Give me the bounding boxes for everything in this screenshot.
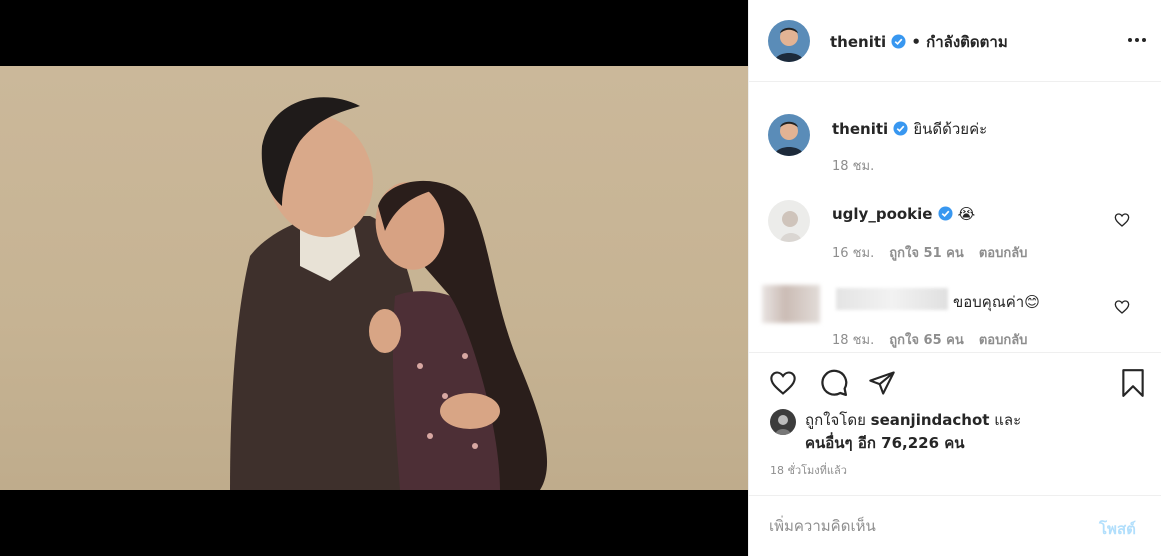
share-icon[interactable] bbox=[866, 367, 898, 399]
caption-text: ยินดีด้วยค่ะ bbox=[913, 120, 988, 138]
reply-button[interactable]: ตอบกลับ bbox=[979, 333, 1028, 348]
comment-likes[interactable]: ถูกใจ 51 คน bbox=[889, 246, 963, 261]
caption-time[interactable]: 18 ชม. bbox=[832, 155, 874, 176]
blurred-avatar bbox=[762, 285, 820, 323]
post-timestamp[interactable]: 18 ชั่วโมงที่แล้ว bbox=[770, 461, 847, 479]
comment-likes[interactable]: ถูกใจ 65 คน bbox=[889, 333, 963, 348]
heart-icon[interactable] bbox=[1114, 212, 1130, 228]
add-comment-form: โพสต์ bbox=[749, 495, 1161, 556]
liked-by-prefix: ถูกใจโดย bbox=[805, 411, 866, 429]
comment-username[interactable]: ugly_pookie bbox=[832, 205, 932, 223]
author-avatar[interactable] bbox=[768, 20, 810, 62]
comment-meta: 16 ชม. ถูกใจ 51 คน ตอบกลับ bbox=[832, 242, 1027, 263]
comment-icon[interactable] bbox=[818, 367, 850, 399]
liked-by-others[interactable]: คนอื่นๆ อีก 76,226 คน bbox=[805, 431, 965, 455]
liker-username[interactable]: seanjindachot bbox=[871, 411, 990, 429]
caption-avatar[interactable] bbox=[768, 114, 810, 156]
post-comment-button[interactable]: โพสต์ bbox=[1099, 517, 1136, 541]
comment-text: ขอบคุณค่า😊 bbox=[953, 293, 1040, 311]
post-side-panel: theniti • กำลังติดตาม theniti ยินดีด้วยค… bbox=[748, 0, 1161, 556]
verified-icon bbox=[938, 206, 953, 221]
liked-by-and: และ bbox=[994, 411, 1022, 429]
comment-input[interactable] bbox=[769, 514, 1069, 538]
comment-avatar[interactable] bbox=[768, 200, 810, 242]
verified-icon bbox=[891, 34, 906, 49]
author-username[interactable]: theniti bbox=[830, 33, 886, 51]
comment-text: 😭 bbox=[957, 205, 976, 223]
bookmark-icon[interactable] bbox=[1117, 367, 1149, 399]
post-media bbox=[0, 0, 748, 556]
liked-by-line: ถูกใจโดย seanjindachot และ bbox=[805, 408, 1021, 432]
comment-meta: 18 ชม. ถูกใจ 65 คน ตอบกลับ bbox=[832, 329, 1027, 350]
reply-button[interactable]: ตอบกลับ bbox=[979, 246, 1028, 261]
author-line: theniti • กำลังติดตาม bbox=[830, 30, 1008, 54]
verified-icon bbox=[893, 121, 908, 136]
couple-photo-illustration bbox=[230, 97, 548, 490]
comment-time[interactable]: 16 ชม. bbox=[832, 246, 874, 261]
blurred-username bbox=[836, 288, 948, 310]
post-photo[interactable] bbox=[0, 66, 748, 490]
comment-item: ขอบคุณค่า😊 bbox=[953, 290, 1040, 314]
post-header: theniti • กำลังติดตาม bbox=[749, 0, 1161, 82]
liker-avatar[interactable] bbox=[770, 409, 796, 435]
caption-username[interactable]: theniti bbox=[832, 120, 888, 138]
caption: theniti ยินดีด้วยค่ะ bbox=[832, 117, 987, 141]
heart-icon[interactable] bbox=[1114, 299, 1130, 315]
like-icon[interactable] bbox=[767, 367, 799, 399]
more-options-icon[interactable] bbox=[1123, 28, 1151, 52]
post-actions: ถูกใจโดย seanjindachot และ คนอื่นๆ อีก 7… bbox=[749, 352, 1161, 502]
comment-item: ugly_pookie 😭 bbox=[832, 204, 975, 223]
follow-status[interactable]: • กำลังติดตาม bbox=[911, 33, 1007, 51]
comment-time[interactable]: 18 ชม. bbox=[832, 333, 874, 348]
